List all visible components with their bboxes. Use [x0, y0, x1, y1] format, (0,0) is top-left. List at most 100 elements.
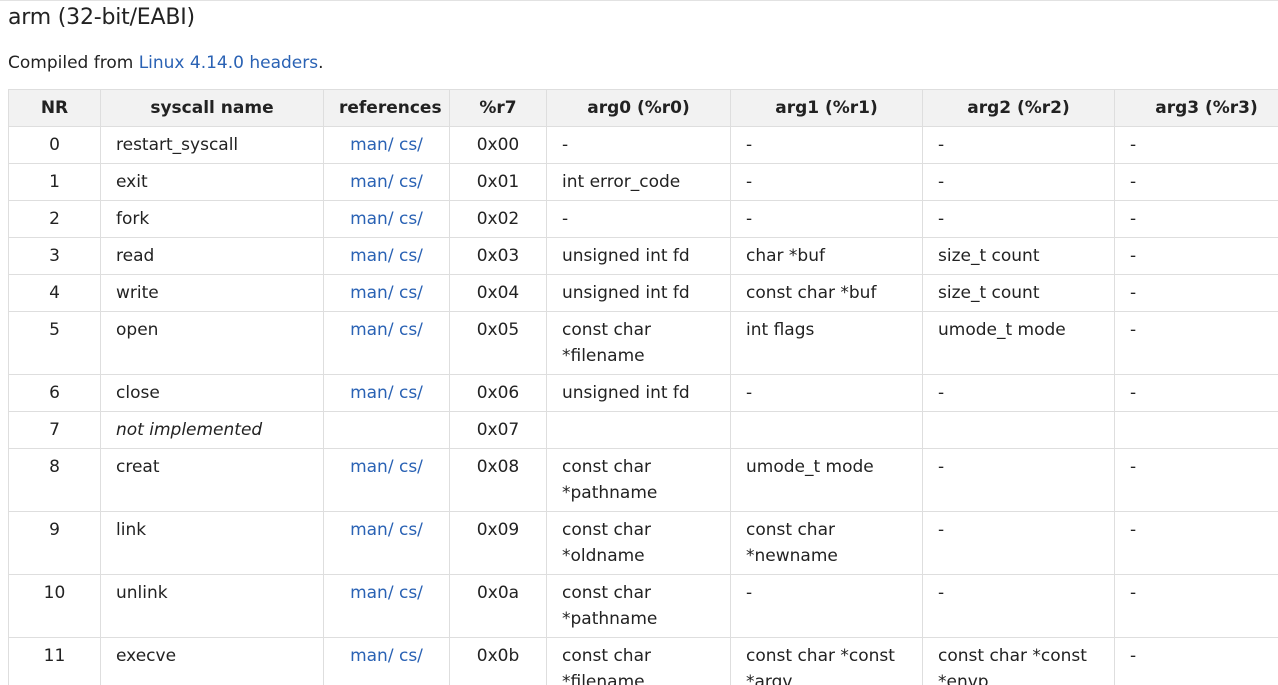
cs-link[interactable]: cs/ [399, 209, 423, 229]
syscall-register-value: 0x02 [449, 200, 547, 238]
syscall-nr: 5 [8, 311, 101, 375]
syscall-name: creat [100, 448, 324, 512]
cs-link[interactable]: cs/ [399, 172, 423, 192]
table-header-row: NR syscall name references %r7 arg0 (%r0… [8, 89, 1278, 127]
header-nr[interactable]: NR [8, 89, 101, 127]
syscall-arg2: size_t count [922, 237, 1115, 275]
syscall-name: write [100, 274, 324, 312]
header-r7[interactable]: %r7 [449, 89, 547, 127]
man-link[interactable]: man/ [350, 646, 393, 666]
syscall-arg3: - [1114, 126, 1278, 164]
cs-link[interactable]: cs/ [399, 246, 423, 266]
man-link[interactable]: man/ [350, 135, 393, 155]
man-link[interactable]: man/ [350, 320, 393, 340]
syscall-arg0: const char *filename [546, 311, 731, 375]
syscall-name: fork [100, 200, 324, 238]
cs-link[interactable]: cs/ [399, 383, 423, 403]
header-arg1[interactable]: arg1 (%r1) [730, 89, 923, 127]
table-row: 6 close man/ cs/0x06 unsigned int fd - - - [8, 374, 1278, 412]
syscall-arg2: size_t count [922, 274, 1115, 312]
header-arg2[interactable]: arg2 (%r2) [922, 89, 1115, 127]
syscall-name: link [100, 511, 324, 575]
syscall-name: open [100, 311, 324, 375]
table-row: 4 write man/ cs/0x04 unsigned int fd const c… [8, 274, 1278, 312]
syscall-name: unlink [100, 574, 324, 638]
syscall-arg2: - [922, 511, 1115, 575]
cs-link[interactable]: cs/ [399, 583, 423, 603]
man-link[interactable]: man/ [350, 172, 393, 192]
syscall-arg1: const char *buf [730, 274, 923, 312]
header-arg0[interactable]: arg0 (%r0) [546, 89, 731, 127]
syscall-register-value: 0x00 [449, 126, 547, 164]
syscall-nr: 6 [8, 374, 101, 412]
syscall-arg0: const char *oldname [546, 511, 731, 575]
syscall-arg3: - [1114, 237, 1278, 275]
top-divider [0, 0, 1278, 1]
syscall-arg3 [1114, 411, 1278, 449]
syscall-arg3: - [1114, 311, 1278, 375]
cs-link[interactable]: cs/ [399, 457, 423, 477]
syscall-arg1: const char *newname [730, 511, 923, 575]
table-row: 8 creat man/ cs/0x08 const char *pathname um… [8, 448, 1278, 512]
syscall-arg1 [730, 411, 923, 449]
linux-headers-link[interactable]: Linux 4.14.0 headers [139, 53, 318, 73]
syscall-nr: 0 [8, 126, 101, 164]
table-row: 3 read man/ cs/0x03 unsigned int fd char *bu… [8, 237, 1278, 275]
syscall-register-value: 0x06 [449, 374, 547, 412]
syscall-references: man/ cs/ [323, 311, 450, 375]
syscall-references: man/ cs/ [323, 574, 450, 638]
table-row: 9 link man/ cs/0x09 const char *oldname cons… [8, 511, 1278, 575]
syscall-arg0: unsigned int fd [546, 374, 731, 412]
syscall-arg2: - [922, 574, 1115, 638]
cs-link[interactable]: cs/ [399, 283, 423, 303]
syscall-arg0: const char *filename [546, 637, 731, 685]
man-link[interactable]: man/ [350, 209, 393, 229]
syscall-references: man/ cs/ [323, 126, 450, 164]
syscall-arg2: - [922, 163, 1115, 201]
table-row: 1 exit man/ cs/0x01 int error_code - - - [8, 163, 1278, 201]
table-row: 7 not implemented 0x07 [8, 411, 1278, 449]
page-title: arm (32-bit/EABI) [8, 5, 195, 30]
syscall-arg1: - [730, 126, 923, 164]
syscall-arg3: - [1114, 574, 1278, 638]
man-link[interactable]: man/ [350, 283, 393, 303]
syscall-arg3: - [1114, 163, 1278, 201]
cs-link[interactable]: cs/ [399, 646, 423, 666]
man-link[interactable]: man/ [350, 457, 393, 477]
syscall-nr: 9 [8, 511, 101, 575]
man-link[interactable]: man/ [350, 583, 393, 603]
syscall-nr: 10 [8, 574, 101, 638]
syscall-name: exit [100, 163, 324, 201]
cs-link[interactable]: cs/ [399, 320, 423, 340]
table-row: 11 execve man/ cs/0x0b const char *filename… [8, 637, 1278, 685]
man-link[interactable]: man/ [350, 246, 393, 266]
syscall-references: man/ cs/ [323, 374, 450, 412]
syscall-references: man/ cs/ [323, 511, 450, 575]
syscall-arg2 [922, 411, 1115, 449]
syscall-references: man/ cs/ [323, 274, 450, 312]
header-arg3[interactable]: arg3 (%r3) [1114, 89, 1278, 127]
header-syscall-name[interactable]: syscall name [100, 89, 324, 127]
man-link[interactable]: man/ [350, 383, 393, 403]
syscall-arg1: umode_t mode [730, 448, 923, 512]
syscall-arg1: - [730, 163, 923, 201]
man-link[interactable]: man/ [350, 520, 393, 540]
syscall-register-value: 0x01 [449, 163, 547, 201]
syscall-register-value: 0x0a [449, 574, 547, 638]
syscall-arg0 [546, 411, 731, 449]
syscall-register-value: 0x08 [449, 448, 547, 512]
syscall-arg3: - [1114, 448, 1278, 512]
syscall-nr: 4 [8, 274, 101, 312]
syscall-arg1: int flags [730, 311, 923, 375]
syscall-references: man/ cs/ [323, 448, 450, 512]
cs-link[interactable]: cs/ [399, 520, 423, 540]
header-references[interactable]: references [323, 89, 450, 127]
syscall-name: restart_syscall [100, 126, 324, 164]
syscall-arg2: umode_t mode [922, 311, 1115, 375]
syscall-references: man/ cs/ [323, 237, 450, 275]
cs-link[interactable]: cs/ [399, 135, 423, 155]
syscall-register-value: 0x03 [449, 237, 547, 275]
syscall-arg1: - [730, 374, 923, 412]
syscall-name: execve [100, 637, 324, 685]
table-row: 0 restart_syscall man/ cs/0x00- - - - [8, 126, 1278, 164]
